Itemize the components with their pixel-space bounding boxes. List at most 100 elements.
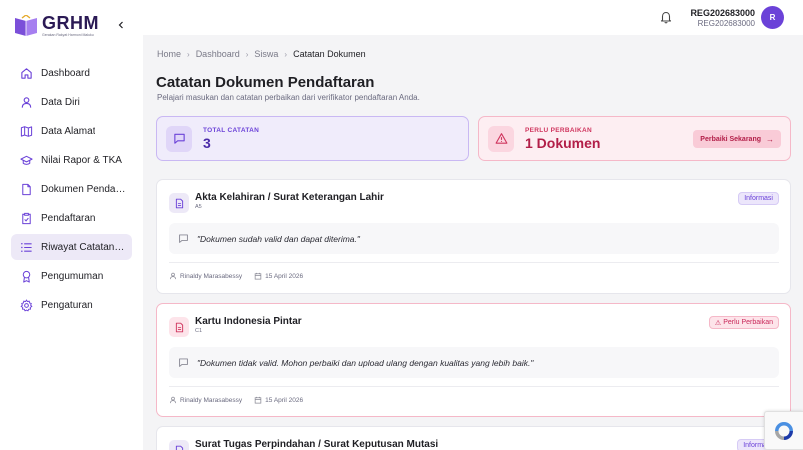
sidebar-item-pendaftaran[interactable]: Pendaftaran	[11, 205, 132, 231]
note-author: Rinaldy Marasabessy	[180, 272, 243, 280]
calendar-icon	[254, 272, 262, 280]
doc-icon-wrap	[169, 317, 189, 337]
clipboard-check-icon	[22, 212, 31, 224]
needs-fix-card: PERLU PERBAIKAN 1 Dokumen Perbaiki Sekar…	[478, 116, 791, 161]
sidebar-item-label: Dokumen Pendaftaran	[41, 183, 126, 195]
award-icon	[22, 270, 31, 283]
total-notes-value: 3	[203, 134, 211, 151]
chevron-right-icon: ›	[187, 49, 190, 59]
stat-icon-wrap	[488, 125, 514, 152]
doc-icon-wrap	[169, 440, 189, 450]
doc-icon-wrap	[169, 193, 189, 213]
sidebar-item-label: Pendaftaran	[41, 212, 96, 224]
user-info[interactable]: REG202683000 REG202683000	[690, 8, 755, 29]
avatar[interactable]: R	[761, 6, 784, 29]
note-text: "Dokumen tidak valid. Mohon perbaiki dan…	[197, 357, 534, 368]
brand-logo[interactable]: GRHM Gerakan Rakyat Harmoni Maluku	[13, 14, 99, 37]
message-square-icon	[173, 133, 185, 144]
document-title: Surat Tugas Perpindahan / Surat Keputusa…	[195, 439, 439, 450]
map-icon	[20, 125, 33, 137]
sidebar-item-label: Nilai Rapor & TKA	[41, 154, 122, 166]
verifier-note: "Dokumen sudah valid dan dapat diterima.…	[169, 223, 779, 254]
breadcrumb-dashboard[interactable]: Dashboard	[196, 49, 240, 59]
page-title: Catatan Dokumen Pendaftaran	[156, 74, 375, 91]
sidebar-item-nilai-rapor[interactable]: Nilai Rapor & TKA	[11, 147, 132, 173]
document-note-card: Kartu Indonesia Pintar C1 ⚠ Perlu Perbai…	[156, 303, 791, 417]
calendar-icon	[254, 396, 262, 404]
sidebar-item-label: Data Diri	[41, 96, 80, 108]
sidebar-item-data-diri[interactable]: Data Diri	[11, 89, 132, 115]
collapse-sidebar-button[interactable]	[114, 18, 128, 32]
note-meta: Rinaldy Marasabessy 15 April 2026	[169, 272, 303, 280]
sidebar-item-riwayat-catatan[interactable]: Riwayat Catatan Dokumen	[11, 234, 132, 260]
graduation-cap-icon	[20, 155, 33, 165]
document-title: Kartu Indonesia Pintar	[195, 316, 302, 327]
fix-now-button[interactable]: Perbaiki Sekarang →	[693, 130, 781, 148]
sidebar-item-dashboard[interactable]: Dashboard	[11, 60, 132, 86]
brand-name: GRHM	[42, 13, 99, 33]
document-code: A5	[195, 204, 202, 210]
brand-tagline: Gerakan Rakyat Harmoni Maluku	[42, 33, 94, 37]
chevron-right-icon: ›	[284, 49, 288, 59]
recaptcha-icon	[775, 421, 793, 440]
document-note-card: Surat Tugas Perpindahan / Surat Keputusa…	[156, 426, 791, 450]
chevron-left-icon	[118, 21, 123, 29]
book-logo-icon	[15, 14, 37, 36]
note-author: Rinaldy Marasabessy	[180, 396, 243, 404]
sidebar-item-label: Data Alamat	[41, 125, 96, 137]
list-icon	[21, 242, 32, 252]
sidebar-item-label: Dashboard	[41, 67, 90, 79]
user-name: REG202683000	[690, 8, 755, 18]
user-icon	[170, 272, 176, 280]
sidebar-item-data-alamat[interactable]: Data Alamat	[11, 118, 132, 144]
sidebar-item-pengumuman[interactable]: Pengumuman	[11, 263, 132, 289]
home-icon	[21, 67, 32, 79]
warning-triangle-icon: ⚠	[714, 319, 722, 327]
breadcrumb-siswa[interactable]: Siswa	[254, 49, 278, 59]
message-square-icon	[179, 234, 188, 243]
user-icon	[170, 396, 176, 404]
bell-icon[interactable]	[659, 10, 673, 24]
sidebar-item-dokumen[interactable]: Dokumen Pendaftaran	[11, 176, 132, 202]
user-id: REG202683000	[697, 19, 755, 28]
status-badge-label: Perlu Perbaikan	[723, 319, 773, 326]
document-note-card: Akta Kelahiran / Surat Keterangan Lahir …	[156, 179, 791, 294]
sidebar: GRHM Gerakan Rakyat Harmoni Maluku Dashb…	[0, 0, 143, 450]
topbar: REG202683000 REG202683000 R	[143, 0, 803, 35]
recaptcha-badge[interactable]	[764, 411, 803, 450]
total-notes-card: TOTAL CATATAN 3	[156, 116, 469, 161]
arrow-right-icon: →	[766, 134, 774, 144]
stat-icon-wrap	[166, 125, 192, 152]
document-title: Akta Kelahiran / Surat Keterangan Lahir	[195, 192, 384, 203]
total-notes-label: TOTAL CATATAN	[203, 126, 260, 134]
needs-fix-value: 1 Dokumen	[525, 134, 601, 151]
message-square-icon	[179, 358, 188, 367]
note-meta: Rinaldy Marasabessy 15 April 2026	[169, 396, 303, 404]
user-icon	[21, 96, 32, 108]
sidebar-item-pengaturan[interactable]: Pengaturan	[11, 292, 132, 318]
sidebar-item-label: Riwayat Catatan Dokumen	[41, 241, 126, 253]
fix-now-label: Perbaiki Sekarang	[700, 135, 761, 143]
sidebar-item-label: Pengaturan	[41, 299, 93, 311]
divider	[169, 386, 779, 387]
file-icon	[22, 183, 31, 195]
file-text-icon	[175, 445, 183, 450]
verifier-note: "Dokumen tidak valid. Mohon perbaiki dan…	[169, 347, 779, 378]
sidebar-item-label: Pengumuman	[41, 270, 104, 282]
warning-triangle-icon	[495, 133, 507, 144]
breadcrumb-home[interactable]: Home	[157, 49, 181, 59]
breadcrumb-current: Catatan Dokumen	[293, 49, 366, 59]
breadcrumb: Home › Dashboard › Siswa › Catatan Dokum…	[157, 49, 366, 59]
file-text-icon	[175, 322, 183, 332]
note-date: 15 April 2026	[265, 396, 304, 404]
page-subtitle: Pelajari masukan dan catatan perbaikan d…	[157, 93, 420, 102]
file-text-icon	[175, 198, 183, 208]
sidebar-nav: Dashboard Data Diri Data Alamat Nilai Ra…	[11, 60, 132, 321]
status-badge: Informasi	[738, 192, 779, 205]
needs-fix-label: PERLU PERBAIKAN	[525, 126, 592, 134]
note-text: "Dokumen sudah valid dan dapat diterima.…	[197, 233, 360, 244]
status-badge: ⚠ Perlu Perbaikan	[708, 316, 779, 329]
gear-icon	[20, 298, 33, 311]
chevron-right-icon: ›	[245, 49, 249, 59]
document-code: C1	[195, 328, 203, 334]
